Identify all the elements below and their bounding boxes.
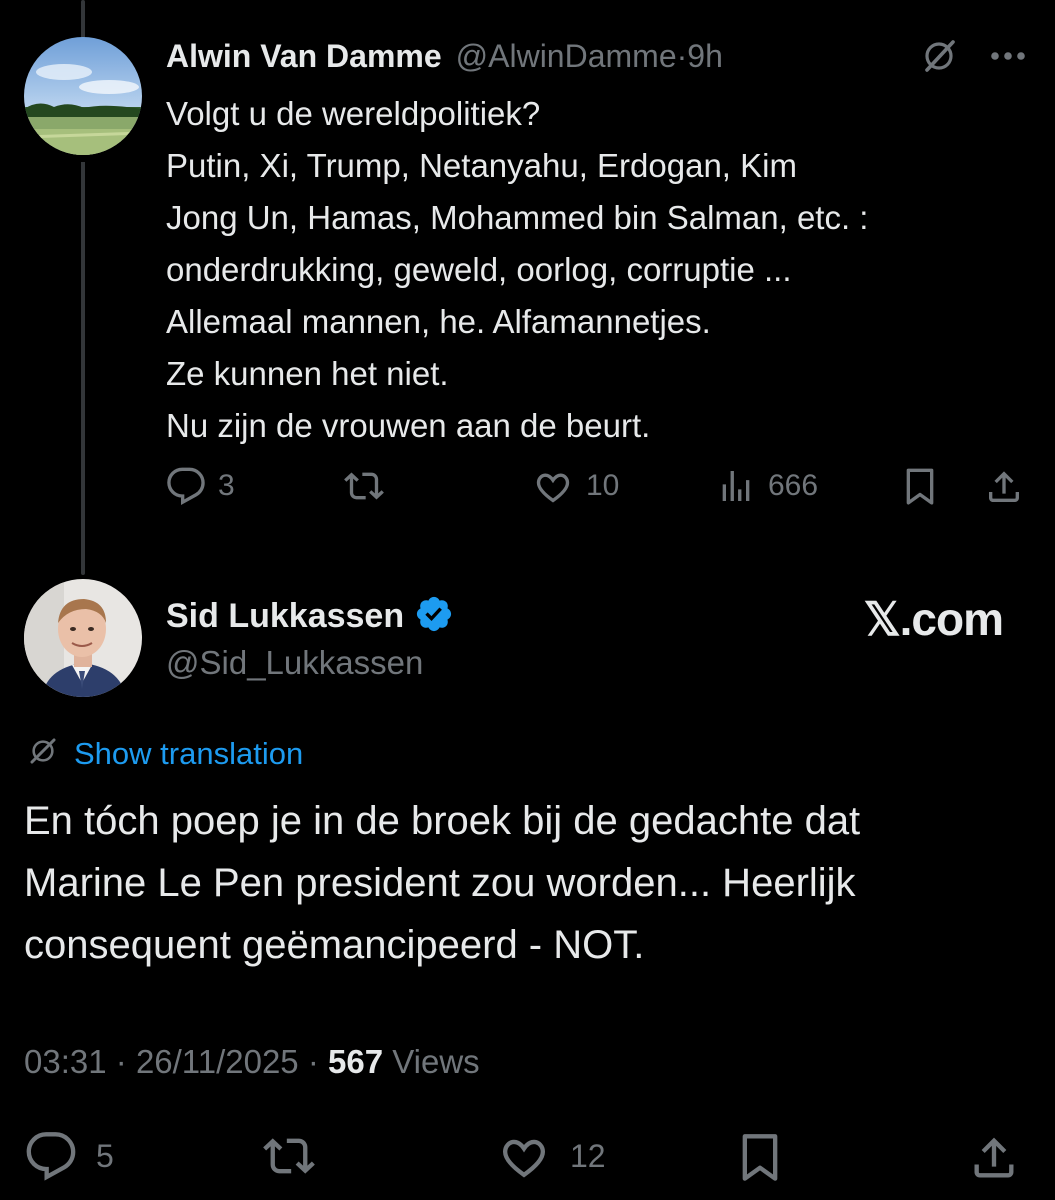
tweet-meta: 03:31 · 26/11/2025 · 567 Views [24,1043,480,1080]
header-actions [919,36,1027,76]
author-row: Sid Lukkassen [166,594,454,639]
avatar[interactable] [24,579,142,697]
tweet-text: Volgt u de wereldpolitiek? Putin, Xi, Tr… [166,88,1036,452]
retweet-button[interactable] [342,466,386,506]
bookmark-button[interactable] [734,1130,786,1186]
tweet-line: consequent geëmancipeerd - NOT. [24,923,645,967]
tweet-actions: 3 10 666 [166,466,1026,510]
author-name[interactable]: Alwin Van Damme [166,38,442,75]
share-icon [968,1130,1020,1186]
like-icon [532,466,574,506]
like-count: 10 [586,469,620,502]
bookmark-button[interactable] [900,466,940,508]
verified-badge-icon [414,594,454,639]
retweet-icon [260,1130,318,1182]
tweet-screenshot: Alwin Van Damme @AlwinDamme·9h Volgt u d… [0,0,1055,1200]
like-button[interactable]: 12 [496,1130,606,1182]
reply-count: 5 [96,1137,114,1174]
reply-button[interactable]: 5 [24,1130,114,1182]
timestamp[interactable]: 9h [687,38,723,74]
tweet-line: Nu zijn de vrouwen aan de beurt. [166,407,651,444]
tweet-line: Jong Un, Hamas, Mohammed bin Salman, etc… [166,199,869,236]
tweet-line: Marine Le Pen president zou worden... He… [24,861,856,905]
author-handle[interactable]: @Sid_Lukkassen [166,644,423,682]
views-count: 567 [328,1043,384,1080]
more-icon[interactable] [989,50,1027,62]
retweet-icon [342,466,386,506]
views-button[interactable]: 666 [716,466,818,506]
bookmark-icon [734,1130,786,1186]
tweet-line: Allemaal mannen, he. Alfamannetjes. [166,303,711,340]
author-name[interactable]: Sid Lukkassen [166,597,404,636]
grok-icon[interactable] [919,36,959,76]
translate-icon [26,734,60,773]
timestamp[interactable]: 03:31 [24,1043,107,1080]
share-icon [984,466,1024,508]
avatar[interactable] [24,37,142,155]
views-count: 666 [768,469,819,502]
tweet-line: onderdrukking, geweld, oorlog, corruptie… [166,251,792,288]
reply-button[interactable]: 3 [166,466,235,506]
like-button[interactable]: 10 [532,466,619,506]
reply-count: 3 [218,469,235,502]
author-handle[interactable]: @AlwinDamme·9h [456,38,723,75]
bookmark-icon [900,466,940,508]
date[interactable]: 26/11/2025 [136,1043,299,1080]
like-count: 12 [570,1137,606,1174]
tweet-text: En tóch poep je in de broek bij de gedac… [24,790,1034,976]
x-watermark: 𝕏.com [863,593,1004,645]
reply-icon [24,1130,78,1182]
share-button[interactable] [968,1130,1020,1186]
tweet-line: Volgt u de wereldpolitiek? [166,95,541,132]
retweet-button[interactable] [260,1130,318,1182]
tweet-line: Putin, Xi, Trump, Netanyahu, Erdogan, Ki… [166,147,797,184]
reply-icon [166,466,206,506]
like-icon [496,1130,552,1182]
show-translation-link[interactable]: Show translation [74,736,303,772]
share-button[interactable] [984,466,1024,508]
tweet-line: En tóch poep je in de broek bij de gedac… [24,799,861,843]
tweet-actions: 5 12 [24,1130,1034,1186]
translate-row[interactable]: Show translation [26,734,303,773]
views-label: Views [392,1043,480,1080]
tweet-header: Alwin Van Damme @AlwinDamme·9h [166,36,723,76]
tweet-line: Ze kunnen het niet. [166,355,449,392]
views-icon [716,466,756,506]
